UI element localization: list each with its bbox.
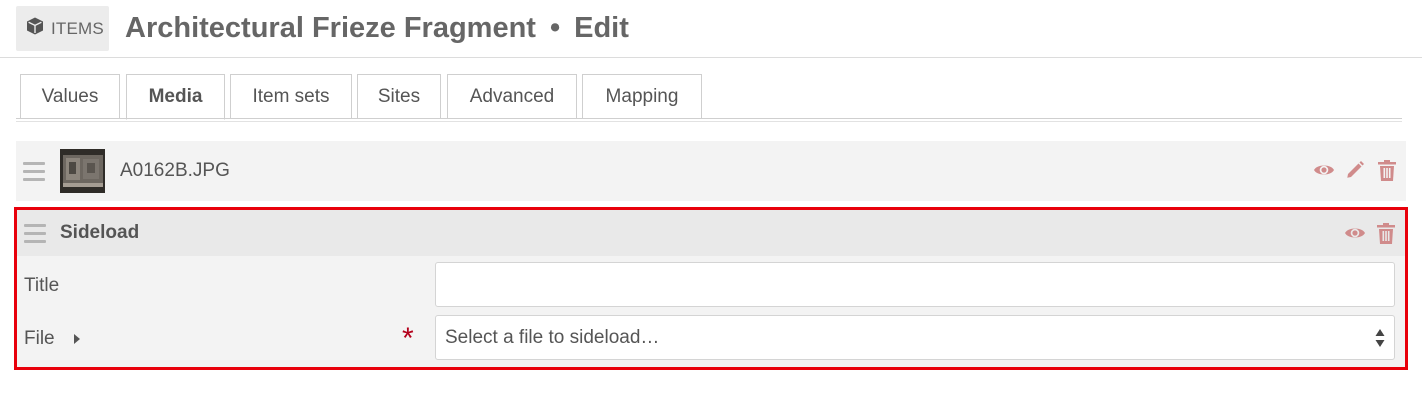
file-label: File — [24, 328, 55, 349]
media-row: A0162B.JPG — [16, 141, 1406, 201]
drag-handle-icon[interactable] — [23, 162, 45, 181]
tab-item-sets[interactable]: Item sets — [230, 74, 352, 119]
cube-icon — [25, 16, 45, 41]
tab-sites[interactable]: Sites — [357, 74, 441, 119]
file-select-placeholder: Select a file to sideload… — [445, 326, 660, 348]
required-marker: * — [402, 322, 414, 355]
media-thumbnail[interactable] — [60, 149, 105, 193]
eye-icon[interactable] — [1313, 162, 1335, 178]
eye-icon[interactable] — [1344, 225, 1366, 241]
page-mode: Edit — [574, 12, 629, 44]
file-select[interactable]: Select a file to sideload… — [435, 315, 1395, 360]
caret-right-icon[interactable] — [74, 334, 80, 344]
sideload-header: Sideload — [17, 210, 1405, 256]
title-separator: • — [549, 12, 561, 44]
item-title: Architectural Frieze Fragment — [125, 12, 536, 44]
tab-advanced[interactable]: Advanced — [447, 74, 577, 119]
drag-handle-icon[interactable] — [24, 224, 46, 243]
items-badge-label: ITEMS — [51, 18, 104, 38]
tab-values[interactable]: Values — [20, 74, 120, 119]
sideload-heading: Sideload — [60, 222, 140, 243]
page-title: Architectural Frieze Fragment • Edit — [125, 12, 629, 45]
select-arrows-icon — [1375, 328, 1385, 354]
trash-icon[interactable] — [1377, 223, 1395, 244]
sideload-panel: Sideload Title File * Select a file to s… — [14, 207, 1408, 370]
page-header: ITEMS Architectural Frieze Fragment • Edit — [0, 0, 1422, 58]
title-label: Title — [24, 275, 60, 296]
tabs-divider — [16, 118, 1402, 119]
tab-mapping[interactable]: Mapping — [582, 74, 702, 119]
pencil-icon[interactable] — [1345, 160, 1365, 180]
tabs-divider-secondary — [16, 121, 1402, 122]
title-input[interactable] — [435, 262, 1395, 307]
media-filename[interactable]: A0162B.JPG — [120, 160, 230, 182]
trash-icon[interactable] — [1378, 160, 1396, 181]
section-tabs: Values Media Item sets Sites Advanced Ma… — [16, 74, 1406, 120]
tab-media[interactable]: Media — [126, 74, 225, 120]
items-badge[interactable]: ITEMS — [16, 6, 109, 51]
